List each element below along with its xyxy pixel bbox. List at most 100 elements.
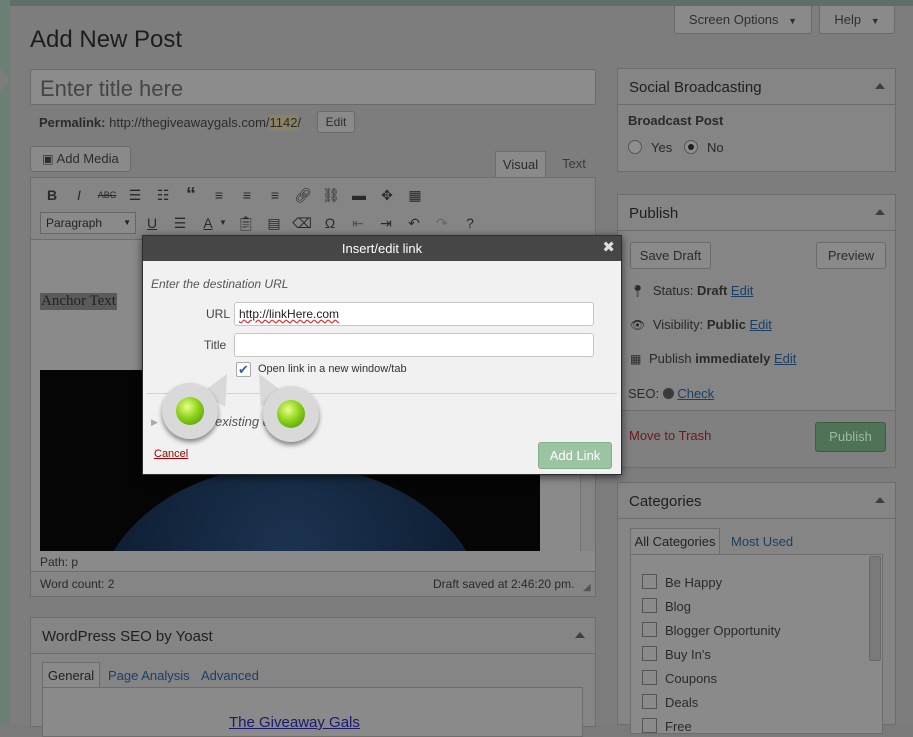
fullscreen-icon[interactable]: ✥ [377,185,397,205]
categories-panel-title: Categories [629,493,702,510]
category-scrollbar[interactable] [869,556,881,661]
preview-label: Preview [827,248,875,263]
category-label: Be Happy [665,575,723,590]
post-title-input[interactable]: Enter title here [30,69,596,105]
resize-handle-icon[interactable]: ◢ [583,582,591,593]
text-color-icon[interactable]: A [198,213,218,233]
outdent-icon[interactable]: ⇤ [348,213,368,233]
publish-panel-header[interactable]: Publish [618,195,895,231]
visibility-row: 👁︎ Visibility: Public Edit [630,317,772,332]
align-right-icon[interactable]: ≡ [265,185,285,205]
new-window-label: Open link in a new window/tab [258,363,407,375]
seo-tab-page-analysis[interactable]: Page Analysis [108,668,190,683]
align-left-icon[interactable]: ≡ [209,185,229,205]
insert-link-icon[interactable]: 🔗︎ [293,185,313,205]
format-select[interactable]: Paragraph ▼ [40,212,136,234]
publish-button[interactable]: Publish [815,422,886,452]
broadcast-no-radio[interactable] [684,140,698,154]
category-checkbox[interactable] [642,574,657,589]
url-input[interactable]: http://linkHere.com [234,302,594,326]
tab-most-used[interactable]: Most Used [731,534,793,549]
categories-panel: Categories All Categories Most Used Be H… [617,482,896,734]
strikethrough-icon[interactable]: ABC [97,185,117,205]
triangle-right-icon[interactable]: ▶ [151,417,158,428]
seo-snippet-title: The Giveaway Gals [229,714,360,731]
permalink-slug[interactable]: 1142 [269,115,298,130]
category-label: Deals [665,695,699,710]
align-center-icon[interactable]: ≡ [237,185,257,205]
admin-sidebar-edge [0,0,10,725]
permalink-edit-button[interactable]: Edit [317,111,355,133]
seo-tab-general-label: General [47,668,95,683]
category-checkbox[interactable] [642,670,657,685]
close-icon[interactable]: ✖ [602,239,615,257]
underline-icon[interactable]: U [142,213,162,233]
seo-check-link[interactable]: Check [677,386,714,401]
insert-link-dialog: Insert/edit link ✖ Enter the destination… [142,235,622,475]
category-checkbox[interactable] [642,646,657,661]
category-checkbox[interactable] [642,598,657,613]
seo-tab-advanced[interactable]: Advanced [201,668,259,683]
italic-icon[interactable]: I [69,185,89,205]
seo-panel-title: WordPress SEO by Yoast [42,628,213,645]
bold-icon[interactable]: B [42,185,62,205]
paste-word-icon[interactable]: ▤ [264,213,284,233]
insert-more-icon[interactable]: ▬ [349,185,369,205]
add-media-label: Add Media [56,151,119,166]
category-checkbox[interactable] [642,718,657,733]
undo-icon[interactable]: ↶ [404,213,424,233]
cancel-link[interactable]: Cancel [154,448,188,460]
anchor-text[interactable]: Anchor Text [40,293,117,310]
indent-icon[interactable]: ⇥ [376,213,396,233]
chevron-down-icon[interactable]: ▼ [218,213,228,233]
screen-options-button[interactable]: Screen Options ▼ [674,6,812,34]
save-draft-label: Save Draft [639,248,702,263]
special-character-icon[interactable]: Ω [320,213,340,233]
collapse-icon[interactable] [875,209,885,215]
green-marker-icon [176,397,204,425]
permalink-label: Permalink: [39,115,106,130]
clear-formatting-icon[interactable]: ⌫ [292,213,312,233]
page-title: Add New Post [30,26,183,53]
blockquote-icon[interactable]: “ [181,185,201,205]
category-checkbox[interactable] [642,694,657,709]
move-to-trash-link[interactable]: Move to Trash [629,428,711,443]
tab-visual[interactable]: Visual [495,151,546,177]
tab-text[interactable]: Text [552,151,596,177]
visibility-edit-link[interactable]: Edit [749,317,771,332]
save-draft-button[interactable]: Save Draft [630,242,711,269]
collapse-icon[interactable] [575,632,585,638]
kitchen-sink-icon[interactable]: ▦ [405,185,425,205]
categories-panel-header[interactable]: Categories [618,483,895,519]
help-button[interactable]: Help ▼ [819,6,895,34]
collapse-icon[interactable] [875,83,885,89]
justify-icon[interactable]: ☰ [170,213,190,233]
schedule-edit-link[interactable]: Edit [774,351,796,366]
title-input[interactable] [234,333,594,357]
bullet-list-icon[interactable]: ☰ [125,185,145,205]
unlink-icon[interactable]: ⛓︎ [321,185,341,205]
collapse-icon[interactable] [875,497,885,503]
publish-button-label: Publish [829,429,872,444]
visibility-value: Public [706,317,746,332]
social-panel-header[interactable]: Social Broadcasting [618,69,895,105]
seo-status-dot-icon [662,388,674,399]
numbered-list-icon[interactable]: ☷ [153,185,173,205]
seo-tab-general[interactable]: General [42,662,100,688]
new-window-checkbox[interactable]: ✔ [236,362,251,377]
preview-button[interactable]: Preview [816,242,886,269]
paste-text-icon[interactable]: 📋︎ [236,213,256,233]
status-edit-link[interactable]: Edit [731,283,753,298]
add-link-button[interactable]: Add Link [538,442,612,469]
link-existing-content-toggle[interactable]: existing c [215,414,269,429]
image-porthole [95,465,485,551]
permalink-tail: / [297,115,302,130]
seo-panel-header[interactable]: WordPress SEO by Yoast [31,618,595,654]
help-icon[interactable]: ? [460,213,480,233]
pin-icon: 📍︎ [630,284,646,298]
tab-all-categories[interactable]: All Categories [630,528,720,555]
redo-icon[interactable]: ↷ [432,213,452,233]
add-media-button[interactable]: ▣ Add Media [30,146,131,172]
broadcast-yes-radio[interactable] [628,140,642,154]
category-checkbox[interactable] [642,622,657,637]
